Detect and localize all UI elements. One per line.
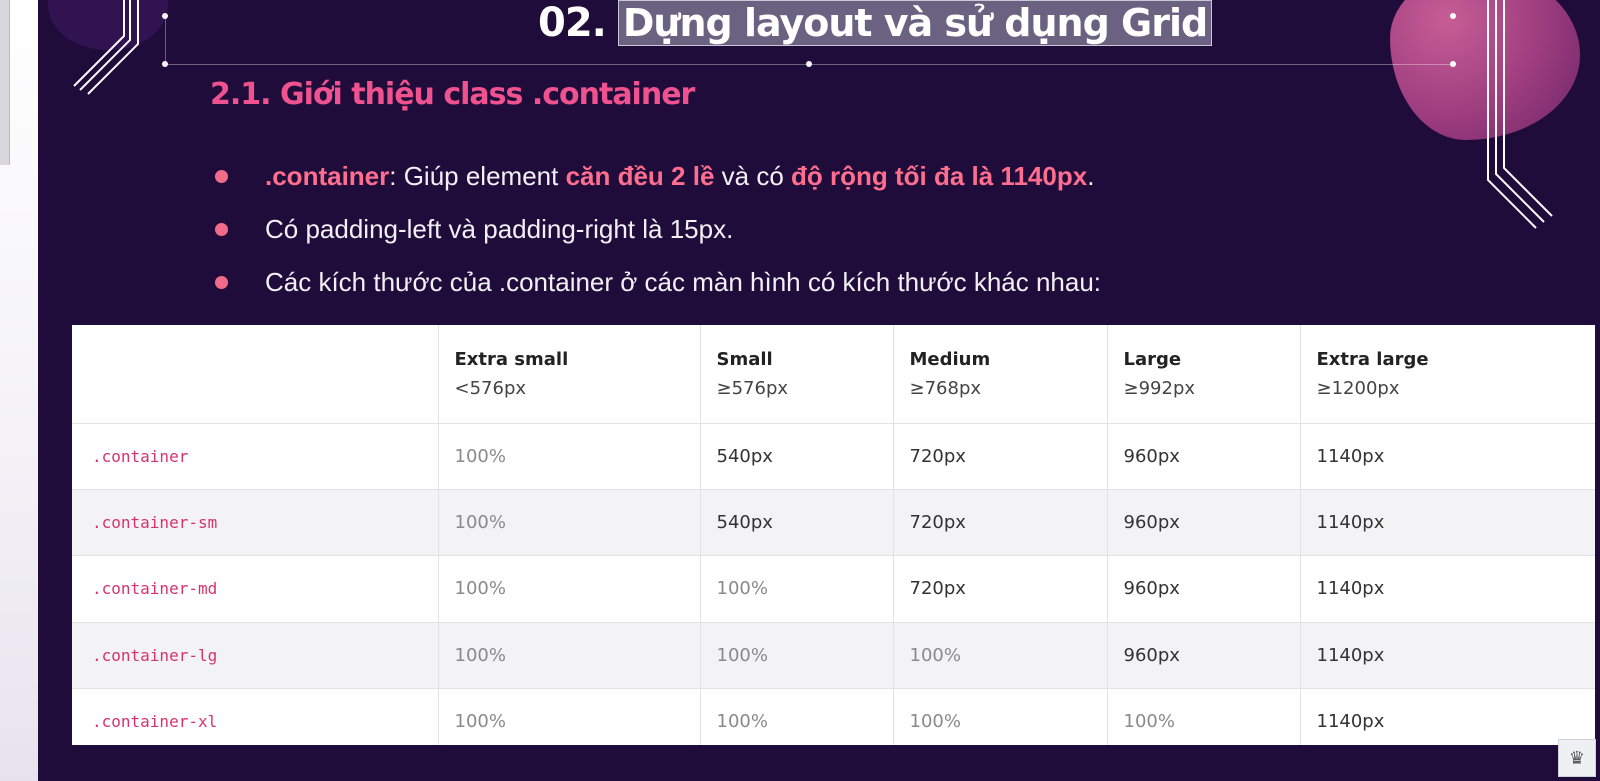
bullet-text: .container: Giúp element căn đều 2 lề và… — [265, 161, 1094, 192]
decorative-dot — [162, 61, 168, 67]
row-label: .container-lg — [72, 622, 438, 689]
row-label: .container-sm — [72, 489, 438, 557]
table-header-cell: Large ≥992px — [1106, 325, 1300, 424]
bullet-text: Có padding-left và padding-right là 15px… — [265, 214, 734, 244]
highlight-text: căn đều 2 lề — [565, 161, 715, 191]
title-text-selected[interactable]: Dựng layout và sử dụng Grid — [617, 0, 1213, 46]
bullet-item: Các kích thước của .container ở các màn … — [213, 256, 1313, 309]
table-cell: 720px — [892, 489, 1107, 557]
bullet-dot-icon — [215, 276, 228, 289]
bullet-dot-icon — [215, 170, 228, 183]
bullet-text: Các kích thước của .container ở các màn … — [265, 267, 1102, 297]
divider — [165, 14, 166, 66]
circuit-decoration — [73, 0, 139, 95]
table-cell: 100% — [699, 555, 893, 623]
row-label: .container-md — [72, 555, 438, 623]
highlight-text: độ rộng tối đa là 1140px — [791, 161, 1088, 191]
table-header-cell: Small ≥576px — [699, 325, 893, 424]
row-label: .container — [72, 423, 438, 491]
circuit-decoration — [1487, 0, 1553, 229]
table-header-cell: Extra large ≥1200px — [1299, 325, 1595, 424]
table-cell: 960px — [1106, 622, 1300, 689]
bullet-text-part: và có — [714, 161, 791, 191]
bullet-item: .container: Giúp element căn đều 2 lề và… — [213, 150, 1313, 203]
table-cell: 1140px — [1299, 555, 1595, 623]
table-cell: 540px — [699, 423, 893, 491]
table-row: .container-lg 100% 100% 100% 960px 1140p… — [72, 622, 1595, 689]
table-cell: 100% — [437, 555, 700, 623]
scrollbar[interactable] — [0, 0, 10, 165]
bullet-dot-icon — [215, 223, 228, 236]
table-cell: 720px — [892, 423, 1107, 491]
slide-footer-band — [52, 745, 1600, 755]
table-row: .container 100% 540px 720px 960px 1140px — [72, 423, 1595, 491]
table-cell: 1140px — [1299, 622, 1595, 689]
table-row: .container-sm 100% 540px 720px 960px 114… — [72, 489, 1595, 557]
table-cell: 960px — [1106, 555, 1300, 623]
table-cell: 100% — [699, 622, 893, 689]
table-cell: 720px — [892, 555, 1107, 623]
slide-title: 02. Dựng layout và sử dụng Grid — [538, 0, 1213, 46]
table-cell: 1140px — [1299, 423, 1595, 491]
decorative-dot — [1450, 61, 1456, 67]
table-header-cell: Extra small <576px — [437, 325, 700, 424]
table-header-row: Extra small <576px Small ≥576px Medium ≥768… — [72, 325, 1595, 424]
table-cell: 100% — [437, 622, 700, 689]
bullet-item: Có padding-left và padding-right là 15px… — [213, 203, 1313, 256]
slide: 02. Dựng layout và sử dụng Grid 2.1. Giớ… — [8, 0, 1600, 781]
bullet-list: .container: Giúp element căn đều 2 lề và… — [213, 150, 1313, 309]
decorative-dot — [806, 61, 812, 67]
table-header-cell — [72, 325, 438, 424]
channel-logo-icon: ♛ — [1558, 739, 1596, 777]
table-cell: 960px — [1106, 423, 1300, 491]
table-cell: 1140px — [1299, 489, 1595, 557]
highlight-text: .container — [265, 161, 390, 191]
container-sizes-table: Extra small <576px Small ≥576px Medium ≥768… — [72, 325, 1595, 756]
bullet-text-part: . — [1087, 161, 1095, 191]
table-header-cell: Medium ≥768px — [892, 325, 1107, 424]
table-cell: 100% — [892, 622, 1107, 689]
decorative-dot — [162, 13, 168, 19]
title-number: 02. — [538, 0, 607, 46]
table-cell: 540px — [699, 489, 893, 557]
table-cell: 100% — [437, 423, 700, 491]
table-cell: 960px — [1106, 489, 1300, 557]
table-row: .container-md 100% 100% 720px 960px 1140… — [72, 555, 1595, 623]
table-cell: 100% — [437, 489, 700, 557]
decorative-dot — [1450, 13, 1456, 19]
bullet-text-part: : Giúp element — [389, 161, 566, 191]
section-subtitle: 2.1. Giới thiệu class .container — [210, 77, 695, 112]
